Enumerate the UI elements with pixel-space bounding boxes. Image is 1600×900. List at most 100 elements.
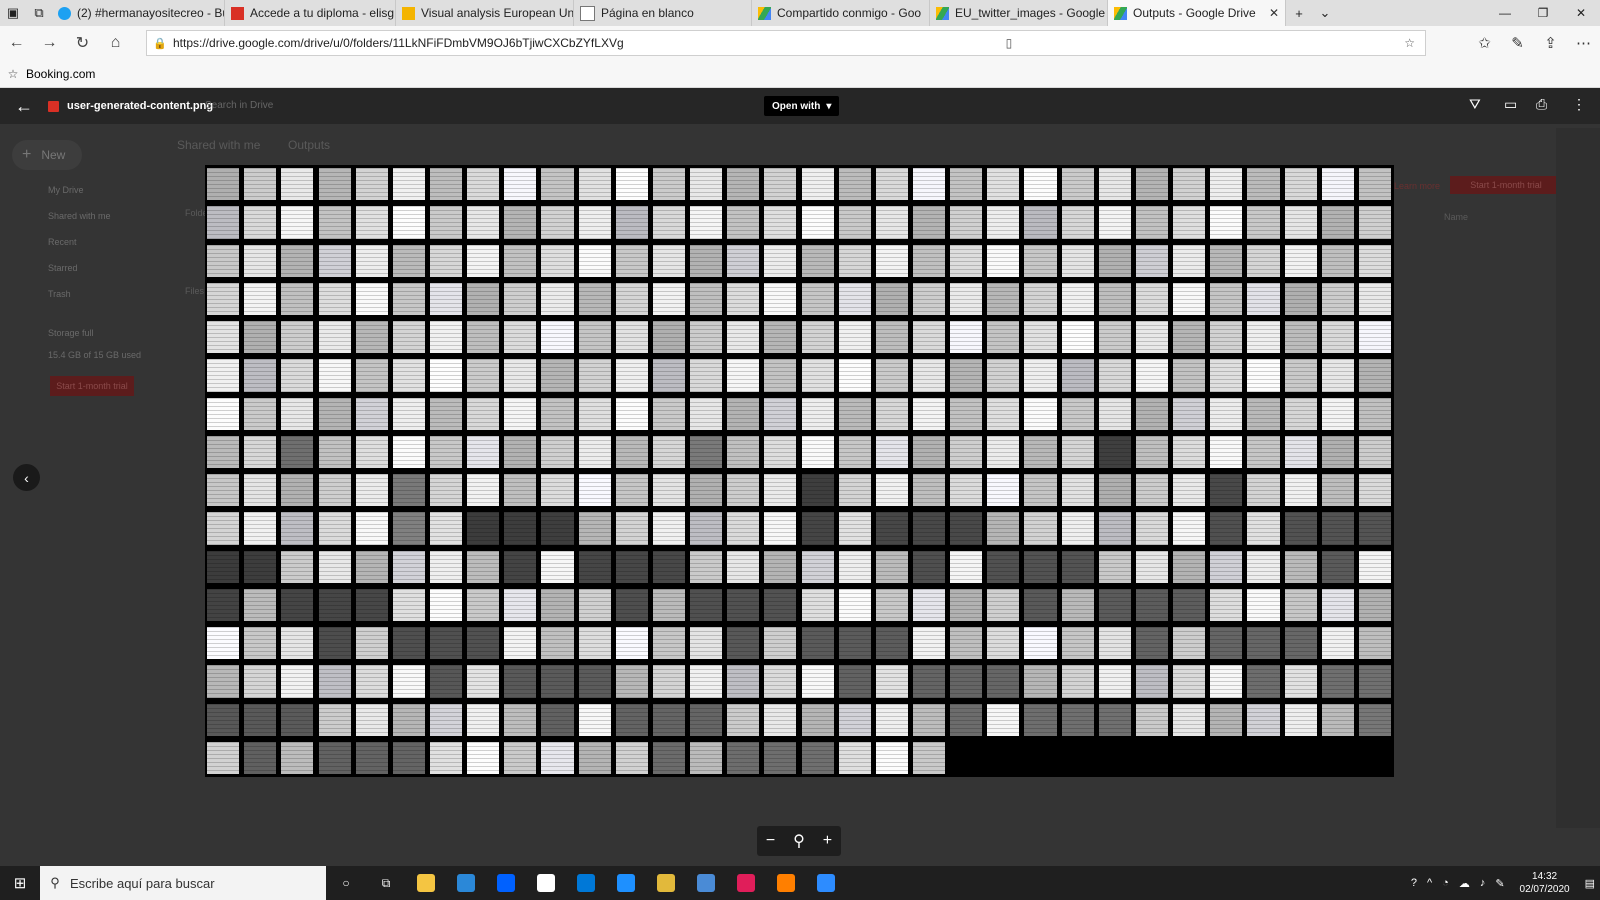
task-view-icon[interactable]: ⧉ — [366, 876, 406, 891]
bookmark-booking[interactable]: Booking.com — [26, 67, 95, 81]
favorite-star-icon[interactable]: ☆ — [1404, 36, 1415, 50]
slack-icon[interactable] — [726, 874, 766, 892]
add-comment-icon[interactable]: ▭ — [1504, 96, 1517, 113]
mosaic-thumbnail — [1135, 588, 1169, 622]
mail-icon[interactable] — [526, 874, 566, 892]
tab-twitter[interactable]: (2) #hermanayositecreo - Bu — [52, 0, 225, 26]
notifications-icon[interactable]: ▤ — [1585, 877, 1595, 890]
new-button[interactable]: New — [41, 148, 65, 162]
back-arrow-icon[interactable]: ← — [0, 96, 48, 117]
mosaic-thumbnail — [1321, 206, 1354, 239]
mosaic-thumbnail — [244, 397, 277, 430]
mosaic-thumbnail — [244, 244, 277, 277]
mosaic-thumbnail — [1321, 282, 1354, 316]
cortana-icon[interactable]: ○ — [326, 876, 366, 890]
tab-blank-page[interactable]: Página en blanco — [574, 0, 752, 26]
chrome-icon[interactable] — [646, 874, 686, 892]
mosaic-thumbnail — [950, 474, 983, 507]
zoom-search-icon[interactable]: ⚲ — [793, 831, 805, 851]
tab-outputs[interactable]: Outputs - Google Drive ✕ — [1108, 0, 1286, 26]
mosaic-thumbnail — [541, 397, 574, 430]
mosaic-thumbnail — [913, 512, 946, 545]
windows-start-icon[interactable]: ⊞ — [0, 874, 40, 892]
colorful-app-icon[interactable] — [766, 874, 806, 892]
mosaic-thumbnail — [1284, 588, 1317, 622]
mosaic-thumbnail — [950, 206, 983, 239]
add-to-drive-icon[interactable]: ⛛ — [1469, 96, 1481, 113]
mosaic-thumbnail — [244, 588, 277, 622]
tab-list-chevron-icon[interactable]: ⌄ — [1312, 0, 1338, 26]
zoom-icon[interactable] — [806, 874, 846, 892]
photos-icon[interactable] — [686, 874, 726, 892]
mosaic-thumbnail — [913, 168, 946, 201]
top-trial-button[interactable]: Start 1-month trial — [1450, 176, 1562, 194]
window-menu-icon[interactable]: ▣ — [0, 0, 26, 26]
new-tab-icon[interactable]: + — [1286, 0, 1312, 26]
name-header[interactable]: Name — [1444, 212, 1468, 222]
mosaic-thumbnail — [727, 359, 760, 392]
tab-label: EU_twitter_images - Google — [955, 6, 1106, 20]
mosaic-thumbnail — [281, 435, 314, 469]
volume-icon[interactable]: ♪ — [1480, 877, 1486, 889]
breadcrumb-outputs[interactable]: Outputs — [288, 138, 330, 152]
minimize-icon[interactable]: — — [1486, 0, 1524, 26]
clock[interactable]: 14:32 02/07/2020 — [1520, 870, 1570, 896]
edge-icon[interactable] — [606, 874, 646, 892]
sidebar-item-recent[interactable]: Recent — [48, 237, 77, 247]
sidebar-item-shared[interactable]: Shared with me — [48, 211, 111, 221]
back-icon[interactable]: ← — [0, 34, 33, 52]
more-icon[interactable]: ⋯ — [1567, 34, 1600, 52]
close-tab-icon[interactable]: ✕ — [1261, 6, 1279, 20]
tab-gmail[interactable]: Accede a tu diploma - elisg: — [225, 0, 396, 26]
taskbar-search[interactable]: ⚲ Escribe aquí para buscar — [40, 866, 326, 900]
previous-file-button[interactable]: ‹ — [13, 464, 40, 491]
pen-tray-icon[interactable]: ✎ — [1495, 877, 1504, 890]
mosaic-thumbnail — [913, 206, 946, 239]
file-explorer-icon[interactable] — [406, 874, 446, 892]
print-icon[interactable]: ⎙ — [1536, 96, 1547, 113]
breadcrumb-shared[interactable]: Shared with me — [177, 138, 260, 152]
sidebar-item-my-drive[interactable]: My Drive — [48, 185, 84, 195]
mosaic-thumbnail — [801, 282, 834, 316]
favorites-icon[interactable]: ✩ — [1468, 34, 1501, 52]
dropbox-icon[interactable] — [486, 874, 526, 892]
store-icon[interactable] — [566, 874, 606, 892]
zoom-out-icon[interactable]: − — [766, 832, 775, 850]
help-icon[interactable]: ? — [1411, 877, 1417, 889]
tab-slides[interactable]: Visual analysis European Un — [396, 0, 574, 26]
tray-chevron-icon[interactable]: ^ — [1427, 877, 1432, 889]
mosaic-thumbnail — [1024, 703, 1057, 736]
close-window-icon[interactable]: ✕ — [1562, 0, 1600, 26]
tab-shared-with-me[interactable]: Compartido conmigo - Goo — [752, 0, 930, 26]
mosaic-thumbnail — [987, 206, 1020, 239]
refresh-icon[interactable]: ↻ — [66, 33, 99, 53]
mosaic-thumbnail — [467, 321, 500, 354]
tab-eu-twitter-images[interactable]: EU_twitter_images - Google — [930, 0, 1108, 26]
forward-icon[interactable]: → — [33, 34, 66, 52]
network-icon[interactable]: ◔ — [1442, 877, 1449, 889]
mosaic-thumbnail — [244, 512, 277, 545]
image-file-icon — [48, 100, 59, 112]
learn-more-link[interactable]: Learn more — [1394, 181, 1440, 191]
tab-actions-icon[interactable]: ⧉ — [26, 0, 52, 26]
mosaic-thumbnail — [652, 550, 686, 583]
open-with-button[interactable]: Open with ▾ — [764, 96, 840, 116]
restore-icon[interactable]: ❐ — [1524, 0, 1562, 26]
open-with-label: Open with — [772, 100, 821, 112]
sidebar-item-starred[interactable]: Starred — [48, 263, 78, 273]
sidebar-item-trash[interactable]: Trash — [48, 289, 71, 299]
zoom-in-icon[interactable]: + — [823, 832, 832, 850]
home-icon[interactable]: ⌂ — [99, 34, 132, 52]
reading-view-icon[interactable]: ▯ — [1006, 36, 1013, 50]
url-field[interactable]: 🔒 https://drive.google.com/drive/u/0/fol… — [146, 30, 1426, 56]
mosaic-thumbnail — [429, 282, 463, 316]
cloud-icon[interactable]: ☁ — [1459, 877, 1470, 890]
share-icon[interactable]: ⇪ — [1534, 34, 1567, 52]
mosaic-thumbnail — [1173, 397, 1206, 430]
trial-button[interactable]: Start 1-month trial — [50, 376, 134, 396]
visual-studio-icon[interactable] — [446, 874, 486, 892]
mosaic-thumbnail — [801, 359, 834, 392]
more-actions-icon[interactable]: ⋮ — [1572, 96, 1586, 113]
mosaic-thumbnail — [1210, 206, 1243, 239]
pen-icon[interactable]: ✎ — [1501, 34, 1534, 52]
